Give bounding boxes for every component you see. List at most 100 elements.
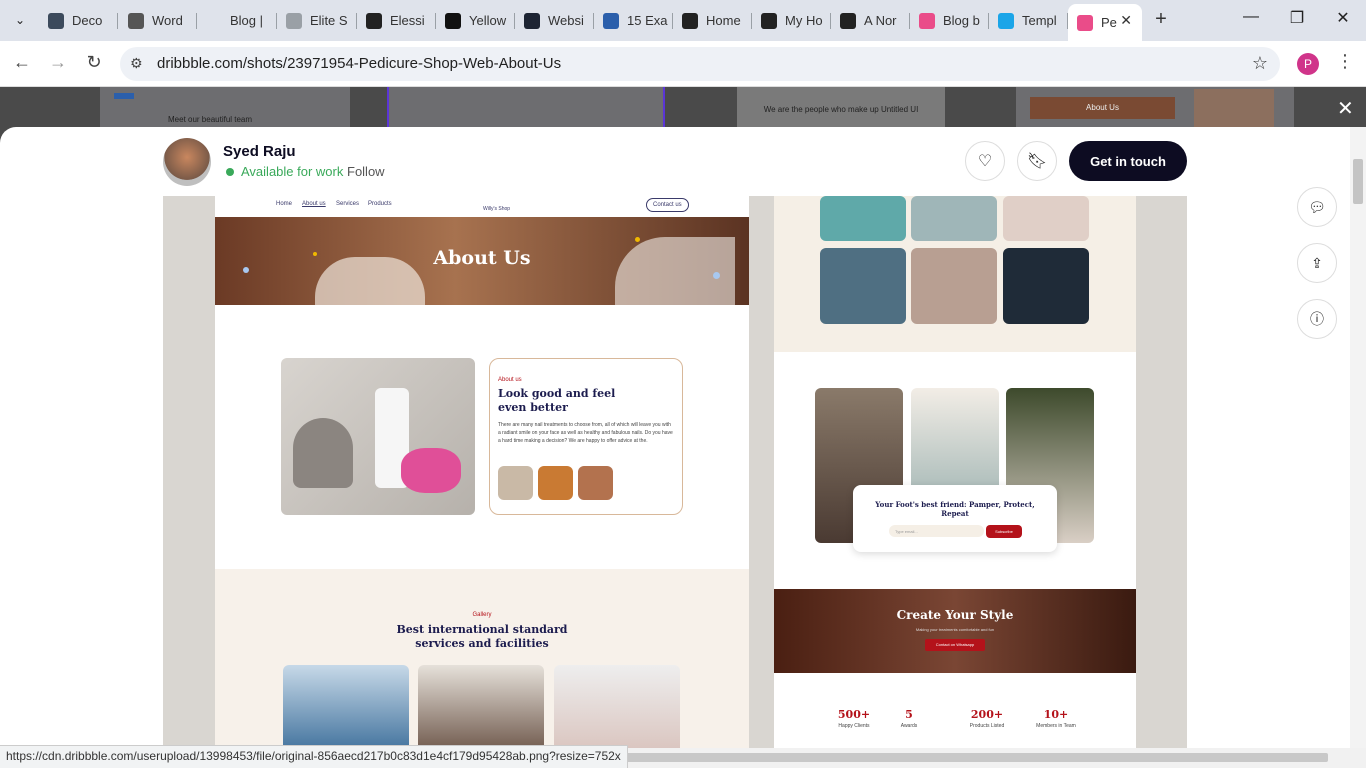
background-shot[interactable]: About Us	[1016, 87, 1294, 127]
close-window-button[interactable]: ✕	[1320, 8, 1366, 28]
browser-tab[interactable]: Elessi	[357, 6, 436, 35]
vertical-scrollbar[interactable]	[1350, 127, 1366, 748]
share-button[interactable]: ⇪	[1297, 243, 1337, 283]
mockup-whatsapp-button: Contact on Whatsapp	[925, 639, 985, 651]
tab-divider	[117, 13, 118, 29]
mockup-about-heading: Look good and feel even better	[498, 387, 616, 414]
browser-tab[interactable]: 15 Exa	[594, 6, 673, 35]
browser-tab[interactable]: Yellow	[436, 6, 515, 35]
forward-icon[interactable]: →	[46, 52, 70, 73]
background-shot[interactable]: We are the people who make up Untitled U…	[737, 87, 945, 127]
tab-label: Deco	[72, 13, 103, 28]
mockup-about-card: About us Look good and feel even better …	[489, 358, 683, 515]
mockup-subscribe-button: Subscribe	[986, 525, 1022, 538]
save-button[interactable]: 🔖︎	[1017, 141, 1057, 181]
browser-tab[interactable]: Blog |	[197, 6, 277, 35]
tab-favicon-icon	[128, 12, 144, 29]
background-shot[interactable]	[387, 87, 665, 127]
mockup-right-page: Your Foot's best friend: Pamper, Protect…	[774, 196, 1136, 748]
tab-label: Blog |	[230, 13, 264, 28]
tab-label: A Nor	[864, 13, 897, 28]
new-tab-button[interactable]: +	[1150, 8, 1172, 30]
browser-tab[interactable]: Home	[673, 6, 752, 35]
availability-label: Available for work	[241, 164, 344, 179]
tab-favicon-icon	[286, 12, 302, 29]
comment-icon: 💬︎	[1308, 198, 1326, 215]
tab-search-icon[interactable]: ⌄	[8, 8, 32, 32]
site-info-icon[interactable]: ⚙	[130, 55, 143, 72]
mockup-stat-value: 200+	[970, 708, 1004, 721]
browser-tab[interactable]: Pe ✕	[1068, 4, 1142, 41]
mockup-nav: Home About us Services Products Willy's …	[215, 196, 749, 217]
tab-favicon-icon	[48, 12, 64, 29]
tab-favicon-icon	[206, 12, 222, 29]
mockup-nav-products: Products	[368, 201, 392, 207]
designer-avatar[interactable]	[163, 138, 211, 186]
details-button[interactable]: ⓘ	[1297, 299, 1337, 339]
minimize-button[interactable]: —	[1228, 8, 1274, 26]
heart-icon: ♡	[977, 153, 993, 170]
tab-label: Yellow	[469, 13, 507, 28]
mockup-gallery-heading: Best international standard services and…	[396, 623, 568, 650]
tab-label: 15 Exa	[627, 13, 668, 28]
mockup-stat-value: 10+	[1043, 708, 1069, 721]
tab-favicon-icon	[445, 12, 461, 29]
mockup-stat-label: Happy Clients	[838, 723, 870, 729]
profile-avatar[interactable]: P	[1297, 53, 1319, 75]
back-icon[interactable]: ←	[10, 52, 34, 73]
address-bar-row: ← → ↻ ⚙ dribbble.com/shots/23971954-Pedi…	[0, 41, 1366, 87]
mockup-nav-services: Services	[336, 201, 360, 207]
availability-status[interactable]: Available for work	[226, 164, 343, 179]
tab-label: Home	[706, 13, 741, 28]
info-icon: ⓘ	[1310, 311, 1324, 327]
tab-label: Pe	[1101, 15, 1117, 30]
tab-favicon-icon	[603, 12, 619, 29]
background-shot[interactable]: Meet our beautiful team	[100, 87, 350, 127]
tab-favicon-icon	[919, 12, 935, 29]
status-bar-url: https://cdn.dribbble.com/userupload/1399…	[0, 745, 628, 768]
browser-tab[interactable]: Blog b	[910, 6, 989, 35]
mockup-logo: Willy's Shop	[483, 206, 511, 212]
browser-tab[interactable]: Elite S	[277, 6, 357, 35]
shot-image[interactable]: Home About us Services Products Willy's …	[163, 196, 1187, 748]
browser-tab[interactable]: Websi	[515, 6, 594, 35]
tab-label: Elessi	[390, 13, 425, 28]
mockup-about-photo	[281, 358, 475, 515]
tab-strip: ⌄ Deco Word Blog | Elite S Elessi Yellow Websi…	[0, 0, 1366, 41]
browser-tab[interactable]: Templ	[989, 6, 1068, 35]
tab-favicon-icon	[682, 12, 698, 29]
browser-tab[interactable]: Word	[119, 6, 197, 35]
status-dot-icon	[226, 167, 234, 176]
follow-button[interactable]: Follow	[347, 164, 385, 179]
mockup-stat-label: Awards	[900, 723, 918, 729]
tab-favicon-icon	[761, 12, 777, 29]
mockup-about-eyebrow: About us	[498, 377, 522, 383]
tab-label: Websi	[548, 13, 584, 28]
omnibox[interactable]: ⚙ dribbble.com/shots/23971954-Pedicure-S…	[120, 47, 1280, 81]
tab-label: Templ	[1022, 13, 1057, 28]
reload-icon[interactable]: ↻	[82, 52, 106, 73]
browser-tab[interactable]: A Nor	[831, 6, 910, 35]
designer-name[interactable]: Syed Raju	[223, 143, 296, 160]
get-in-touch-button[interactable]: Get in touch	[1069, 141, 1187, 181]
close-modal-icon[interactable]: ✕	[1337, 96, 1354, 121]
tab-label: Word	[152, 13, 183, 28]
browser-menu-icon[interactable]: ⋮	[1336, 51, 1354, 72]
tab-favicon-icon	[524, 12, 540, 29]
tab-favicon-icon	[998, 12, 1014, 29]
browser-tab[interactable]: Deco	[39, 6, 118, 35]
scrollbar-thumb[interactable]	[1353, 159, 1363, 204]
mockup-newsletter-heading: Your Foot's best friend: Pamper, Protect…	[875, 500, 1035, 518]
bookmark-star-icon[interactable]: ☆	[1252, 53, 1268, 74]
browser-tab[interactable]: My Ho	[752, 6, 831, 35]
like-button[interactable]: ♡	[965, 141, 1005, 181]
comments-button[interactable]: 💬︎	[1297, 187, 1337, 227]
share-icon: ⇪	[1311, 254, 1323, 271]
url-text[interactable]: dribbble.com/shots/23971954-Pedicure-Sho…	[157, 55, 561, 72]
close-tab-icon[interactable]: ✕	[1120, 12, 1132, 29]
restore-button[interactable]: ❐	[1274, 8, 1320, 28]
mockup-cta-sub: Making your treatments comfortable and f…	[915, 627, 995, 632]
mockup-stat-value: 500+	[837, 708, 871, 721]
mockup-about-body: There are many nail treatments to choose…	[498, 422, 673, 444]
mockup-about-page: Home About us Services Products Willy's …	[215, 196, 749, 748]
